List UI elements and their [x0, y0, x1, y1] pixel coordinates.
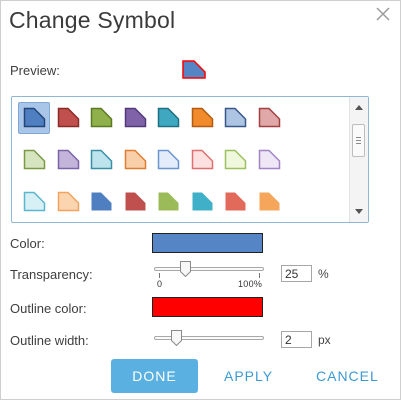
symbol-option[interactable]: [219, 186, 251, 218]
transparency-unit: %: [318, 267, 329, 281]
outline-width-input[interactable]: [281, 331, 312, 348]
slider-tick: [259, 273, 260, 278]
symbol-option[interactable]: [219, 144, 251, 176]
symbol-option[interactable]: [18, 144, 50, 176]
symbol-option[interactable]: [152, 102, 184, 134]
preview-swatch: [182, 60, 207, 79]
symbol-option[interactable]: [186, 102, 218, 134]
transparency-input[interactable]: [281, 265, 312, 282]
color-label: Color:: [10, 236, 45, 251]
scroll-thumb[interactable]: [352, 124, 365, 157]
symbol-option[interactable]: [85, 144, 117, 176]
symbol-option[interactable]: [85, 102, 117, 134]
change-symbol-dialog: Change Symbol Preview: Color: Transparen…: [0, 0, 401, 400]
done-button[interactable]: DONE: [111, 359, 198, 393]
close-icon[interactable]: [374, 5, 392, 23]
symbol-option[interactable]: [52, 186, 84, 218]
outline-color-label: Outline color:: [10, 301, 87, 316]
symbol-option[interactable]: [219, 102, 251, 134]
symbol-option[interactable]: [119, 186, 151, 218]
gallery-scrollbar[interactable]: [349, 97, 368, 222]
symbol-option[interactable]: [186, 186, 218, 218]
outline-width-slider-thumb[interactable]: [171, 330, 183, 347]
symbol-option[interactable]: [253, 186, 285, 218]
symbol-option[interactable]: [152, 186, 184, 218]
symbol-option[interactable]: [119, 144, 151, 176]
symbol-option[interactable]: [18, 186, 50, 218]
outline-width-unit: px: [318, 333, 331, 347]
apply-button[interactable]: APPLY: [224, 359, 273, 393]
symbol-option[interactable]: [253, 102, 285, 134]
transparency-min-label: 0: [157, 279, 163, 289]
symbol-option[interactable]: [119, 102, 151, 134]
dialog-title: Change Symbol: [9, 7, 176, 33]
outline-color-picker[interactable]: [152, 297, 263, 317]
symbol-option[interactable]: [85, 186, 117, 218]
transparency-slider-thumb[interactable]: [179, 261, 191, 278]
symbol-option[interactable]: [253, 144, 285, 176]
transparency-label: Transparency:: [10, 267, 93, 282]
color-picker[interactable]: [152, 233, 263, 253]
cancel-button[interactable]: CANCEL: [316, 359, 379, 393]
slider-tick: [159, 273, 160, 278]
symbol-option[interactable]: [52, 102, 84, 134]
scroll-up-icon[interactable]: [355, 105, 363, 110]
scroll-down-icon[interactable]: [355, 209, 363, 214]
preview-label: Preview:: [10, 63, 60, 78]
symbol-option[interactable]: [52, 144, 84, 176]
symbol-option[interactable]: [152, 144, 184, 176]
transparency-slider-track[interactable]: [154, 267, 264, 271]
symbol-gallery: [11, 96, 369, 223]
outline-width-label: Outline width:: [10, 333, 89, 348]
symbol-option[interactable]: [186, 144, 218, 176]
transparency-max-label: 100%: [238, 279, 263, 289]
symbol-option[interactable]: [18, 102, 50, 134]
